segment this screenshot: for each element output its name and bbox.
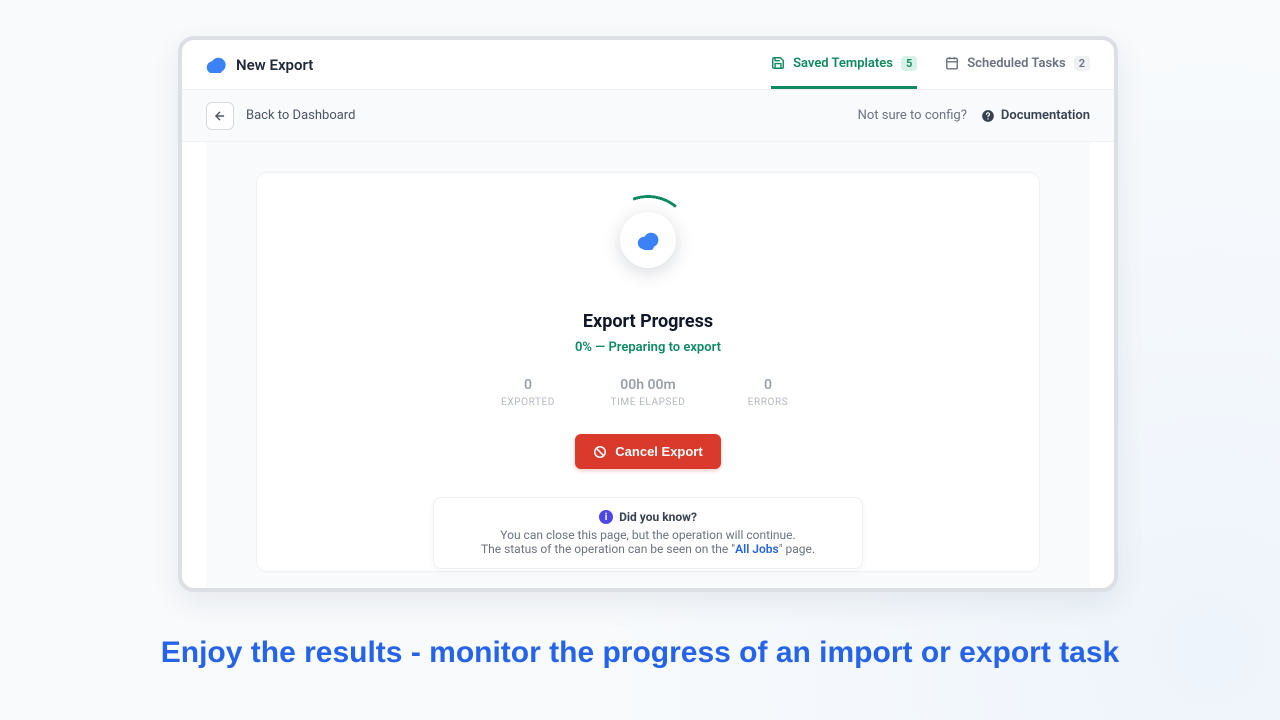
- cloud-upload-icon: [635, 230, 661, 250]
- stat-label: TIME ELAPSED: [611, 397, 686, 408]
- promo-headline: Enjoy the results - monitor the progress…: [0, 636, 1280, 670]
- stat-value: 0: [524, 377, 532, 393]
- tab-label: Saved Templates: [793, 56, 893, 71]
- help-side: Not sure to config? Documentation: [858, 108, 1090, 123]
- cancel-export-button[interactable]: Cancel Export: [575, 434, 720, 469]
- progress-card: Export Progress 0% — Preparing to export…: [256, 172, 1040, 572]
- cancel-icon: [593, 445, 607, 459]
- tab-count-badge: 5: [901, 56, 917, 71]
- progress-status: 0% — Preparing to export: [575, 340, 721, 355]
- tip-card: i Did you know? You can close this page,…: [433, 497, 863, 569]
- tab-saved-templates[interactable]: Saved Templates 5: [771, 40, 917, 89]
- tip-line-1: You can close this page, but the operati…: [450, 528, 846, 542]
- stat-value: 00h 00m: [620, 377, 675, 393]
- save-icon: [771, 56, 785, 70]
- documentation-label: Documentation: [1001, 108, 1090, 123]
- tab-scheduled-tasks[interactable]: Scheduled Tasks 2: [945, 40, 1090, 89]
- progress-spinner: [603, 195, 693, 285]
- stat-time-elapsed: 00h 00m TIME ELAPSED: [608, 377, 688, 408]
- help-circle-icon: [981, 109, 995, 123]
- back-group: Back to Dashboard: [206, 102, 355, 130]
- all-jobs-link[interactable]: All Jobs: [735, 542, 779, 556]
- stat-errors: 0 ERRORS: [728, 377, 808, 408]
- app-header: New Export Saved Templates 5 Scheduled T…: [182, 40, 1114, 90]
- info-icon: i: [599, 510, 613, 524]
- calendar-icon: [945, 56, 959, 70]
- page-title: New Export: [236, 56, 313, 74]
- tip-title: Did you know?: [619, 510, 697, 524]
- arrow-left-icon: [213, 109, 227, 123]
- spinner-core: [620, 212, 676, 268]
- back-button[interactable]: [206, 102, 234, 130]
- brand: New Export: [206, 56, 313, 74]
- progress-title: Export Progress: [583, 311, 713, 332]
- stat-exported: 0 EXPORTED: [488, 377, 568, 408]
- documentation-link[interactable]: Documentation: [981, 108, 1090, 123]
- cancel-label: Cancel Export: [615, 444, 702, 459]
- tip-line-2: The status of the operation can be seen …: [450, 542, 846, 556]
- back-label: Back to Dashboard: [246, 108, 355, 123]
- canvas: Export Progress 0% — Preparing to export…: [206, 142, 1090, 588]
- tab-count-badge: 2: [1074, 56, 1090, 71]
- sub-header: Back to Dashboard Not sure to config? Do…: [182, 90, 1114, 142]
- tab-label: Scheduled Tasks: [967, 56, 1065, 71]
- stat-label: EXPORTED: [501, 397, 555, 408]
- config-hint: Not sure to config?: [858, 108, 967, 123]
- stat-value: 0: [764, 377, 772, 393]
- header-tabs: Saved Templates 5 Scheduled Tasks 2: [771, 40, 1090, 89]
- tip-title-row: i Did you know?: [450, 510, 846, 524]
- cloud-upload-icon: [206, 57, 226, 73]
- progress-stats: 0 EXPORTED 00h 00m TIME ELAPSED 0 ERRORS: [488, 377, 808, 408]
- app-window: New Export Saved Templates 5 Scheduled T…: [178, 36, 1118, 592]
- stat-label: ERRORS: [748, 397, 789, 408]
